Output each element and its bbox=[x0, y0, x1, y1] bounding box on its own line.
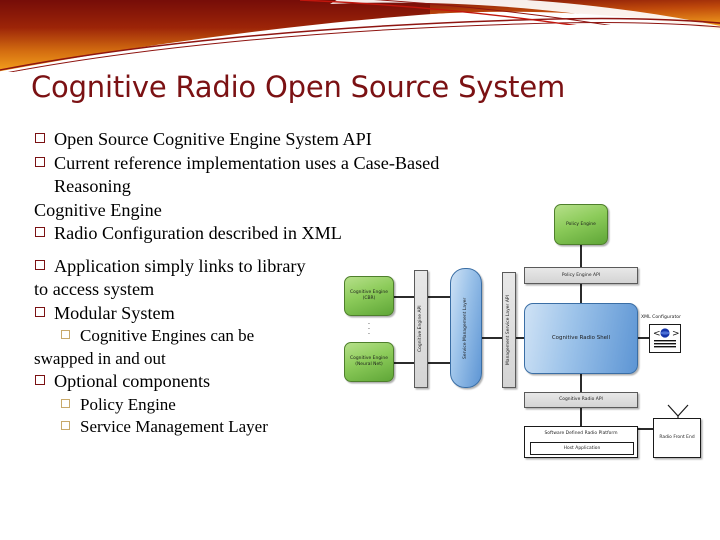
connector-policy-api-to-shell bbox=[580, 284, 582, 304]
node-label: Cognitive Engine (Neural Net) bbox=[349, 356, 389, 367]
bullet-text: Service Management Layer bbox=[80, 417, 268, 436]
bullet-text: to access system bbox=[34, 279, 155, 299]
bullet-text: Open Source Cognitive Engine System API bbox=[54, 129, 372, 149]
ellipsis-dots: . . . bbox=[344, 319, 394, 340]
bullet-text: Optional components bbox=[54, 371, 211, 391]
node-sdr-platform[interactable]: Software Defined Radio Platform Host App… bbox=[524, 426, 638, 458]
dot: . bbox=[367, 328, 371, 336]
node-label: Software Defined Radio Platform bbox=[544, 431, 618, 437]
connector-ce-cbr-to-ce-api bbox=[394, 296, 414, 298]
connector-ce-nn-to-ce-api bbox=[394, 362, 414, 364]
bullet-text: swapped in and out bbox=[34, 348, 166, 368]
node-label: Management Service Layer API bbox=[506, 295, 512, 365]
bullet-square-icon bbox=[61, 398, 70, 408]
bullet-text: Policy Engine bbox=[80, 394, 176, 414]
node-management-service-layer-api[interactable]: Management Service Layer API bbox=[502, 272, 516, 388]
node-label: Policy Engine API bbox=[561, 272, 601, 278]
node-cognitive-radio-api[interactable]: Cognitive Radio API bbox=[524, 392, 638, 408]
node-label: Cognitive Engine (CBR) bbox=[349, 290, 389, 301]
bullet-square-icon bbox=[61, 421, 70, 430]
node-cognitive-engine-neural-net[interactable]: Cognitive Engine (Neural Net) bbox=[344, 342, 394, 382]
bullet-square-icon bbox=[35, 306, 45, 317]
banner-swoosh-graphic bbox=[0, 0, 720, 72]
node-label: Cognitive Radio Shell bbox=[551, 335, 611, 342]
slide-banner-decoration bbox=[0, 0, 720, 72]
bullet-text: Current reference implementation uses a … bbox=[54, 152, 440, 197]
connector-ce-api-to-sml-top bbox=[428, 296, 450, 298]
node-policy-engine[interactable]: Policy Engine bbox=[554, 204, 608, 245]
connector-sml-to-msl-api bbox=[482, 337, 502, 339]
bullet-text: Modular System bbox=[54, 302, 175, 323]
bullet-text: Cognitive Engine bbox=[34, 199, 162, 220]
xml-configurator-label: XML Configurator bbox=[641, 315, 681, 320]
node-cognitive-engine-api[interactable]: Cognitive Engine API bbox=[414, 270, 428, 388]
xml-configurator-icon[interactable]: < > bbox=[649, 324, 681, 353]
connector-ce-api-to-sml-bottom bbox=[428, 362, 450, 364]
bullet-text: Cognitive Engines can be bbox=[80, 326, 255, 345]
svg-text:<: < bbox=[653, 329, 661, 339]
bullet-square-icon bbox=[35, 259, 45, 270]
node-policy-engine-api[interactable]: Policy Engine API bbox=[524, 267, 638, 284]
node-radio-front-end[interactable]: Radio Front End bbox=[653, 418, 701, 458]
node-host-application[interactable]: Host Application bbox=[530, 442, 634, 455]
bullet-square-icon bbox=[61, 330, 70, 339]
node-label: Service Management Layer bbox=[463, 297, 469, 359]
node-cognitive-engine-cbr[interactable]: Cognitive Engine (CBR) bbox=[344, 276, 394, 316]
connector-policy-engine-to-api bbox=[580, 245, 582, 269]
bullet-text: Radio Configuration described in XML bbox=[54, 223, 342, 243]
bullet-item: Open Source Cognitive Engine System API bbox=[34, 128, 464, 152]
node-label: Policy Engine bbox=[566, 221, 596, 227]
slide: Cognitive Radio Open Source System Open … bbox=[0, 0, 720, 540]
bullet-square-icon bbox=[35, 156, 45, 167]
slide-title: Cognitive Radio Open Source System bbox=[31, 70, 566, 104]
bullet-square-icon bbox=[35, 133, 45, 143]
bullet-square-icon bbox=[35, 227, 45, 237]
node-label: Radio Front End bbox=[659, 435, 695, 441]
architecture-diagram: Policy Engine Policy Engine API Cognitiv… bbox=[330, 196, 720, 458]
bullet-square-icon bbox=[35, 375, 45, 385]
node-label: Host Application bbox=[563, 445, 601, 451]
node-label: Cognitive Radio API bbox=[559, 397, 603, 403]
connector-shell-to-cr-api bbox=[580, 374, 582, 394]
node-service-management-layer[interactable]: Service Management Layer bbox=[450, 268, 482, 388]
bullet-text: Application simply links to library bbox=[54, 255, 306, 276]
bullet-item: Current reference implementation uses a … bbox=[34, 152, 464, 199]
node-cognitive-radio-shell[interactable]: Cognitive Radio Shell bbox=[524, 303, 638, 374]
antenna-icon bbox=[667, 404, 689, 419]
svg-text:>: > bbox=[672, 329, 680, 339]
slide-footer: 1872 VirginiaTech Invent the Future For … bbox=[0, 472, 720, 540]
connector-cr-api-to-sdr bbox=[580, 408, 582, 426]
node-label: Cognitive Engine API bbox=[418, 305, 424, 353]
